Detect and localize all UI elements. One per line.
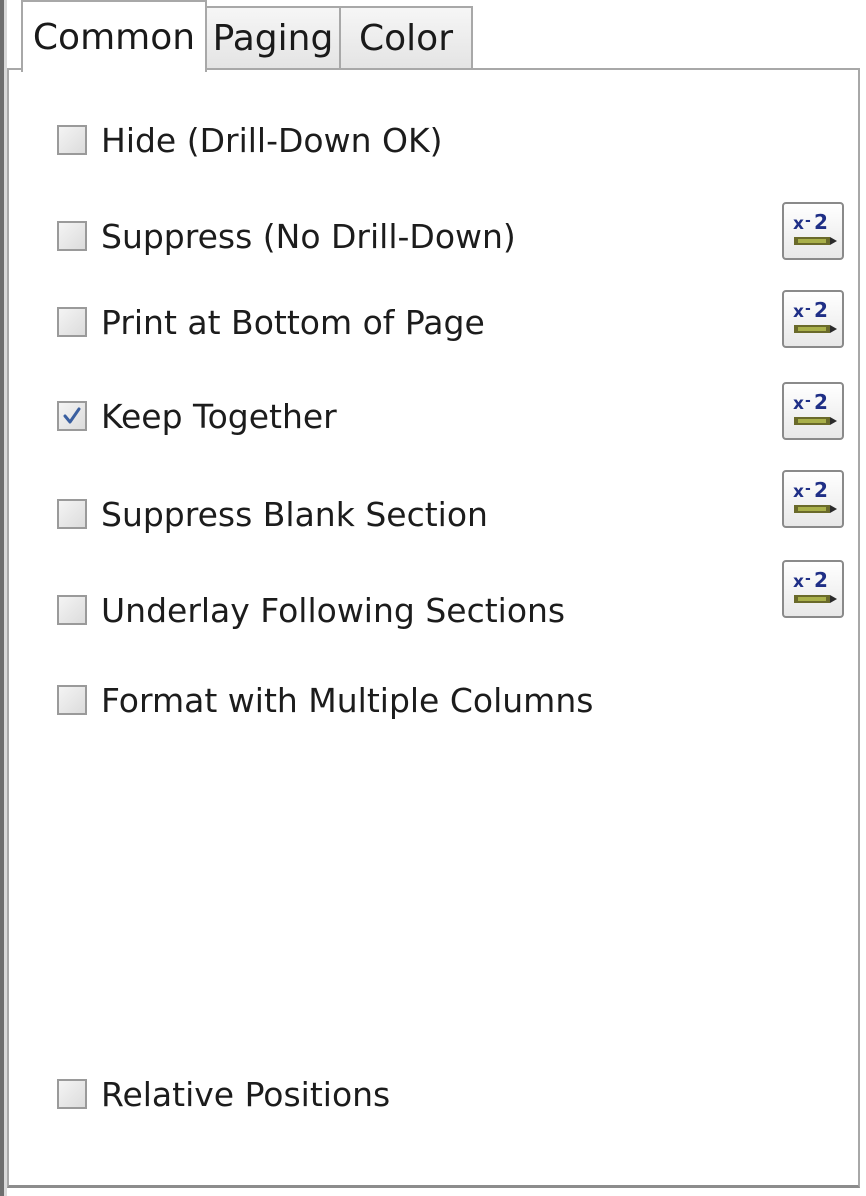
- print-bottom-formula-button[interactable]: x - 2: [782, 290, 844, 348]
- option-keep-together[interactable]: Keep Together: [57, 394, 337, 438]
- formula-dash-glyph: -: [805, 213, 811, 229]
- formula-pencil-band: [798, 419, 826, 423]
- formula-2-glyph: 2: [814, 210, 828, 234]
- keep-together-formula-button[interactable]: x - 2: [782, 382, 844, 440]
- keep-together-label: Keep Together: [101, 396, 337, 436]
- formula-pencil-tip: [830, 595, 837, 603]
- formula-dash-glyph: -: [805, 301, 811, 317]
- formula-x2-icon: x - 2: [793, 390, 837, 425]
- multiple-columns-checkbox[interactable]: [57, 685, 87, 715]
- formula-x2-icon: x - 2: [793, 210, 837, 245]
- formula-x-glyph: x: [793, 572, 804, 592]
- formula-2-glyph: 2: [814, 298, 828, 322]
- relative-positions-checkbox[interactable]: [57, 1079, 87, 1109]
- underlay-label: Underlay Following Sections: [101, 590, 566, 630]
- formula-x-glyph: x: [793, 482, 804, 502]
- suppress-blank-label: Suppress Blank Section: [101, 494, 488, 534]
- hide-label: Hide (Drill-Down OK): [101, 120, 443, 160]
- formula-pencil-band: [798, 239, 826, 243]
- suppress-blank-checkbox[interactable]: [57, 499, 87, 529]
- tab-paging[interactable]: Paging: [205, 6, 341, 68]
- formula-2-glyph: 2: [814, 390, 828, 414]
- option-underlay[interactable]: Underlay Following Sections: [57, 588, 565, 632]
- suppress-blank-formula-button[interactable]: x - 2: [782, 470, 844, 528]
- formula-x2-icon: x - 2: [793, 568, 837, 603]
- relative-positions-label: Relative Positions: [101, 1074, 391, 1114]
- tab-strip: Common Paging Color: [7, 0, 866, 72]
- hide-checkbox[interactable]: [57, 125, 87, 155]
- underlay-checkbox[interactable]: [57, 595, 87, 625]
- common-tab-panel: Hide (Drill-Down OK) Suppress (No Drill-…: [7, 68, 860, 1188]
- formula-pencil-tip: [830, 505, 837, 513]
- tab-common[interactable]: Common: [21, 0, 207, 72]
- option-suppress-blank[interactable]: Suppress Blank Section: [57, 492, 488, 536]
- option-multiple-columns[interactable]: Format with Multiple Columns: [57, 678, 593, 722]
- section-options-dialog: Common Paging Color Hide (Drill-Down OK)…: [0, 0, 866, 1196]
- keep-together-checkbox[interactable]: [57, 401, 87, 431]
- option-suppress[interactable]: Suppress (No Drill-Down): [57, 214, 516, 258]
- formula-x2-icon: x - 2: [793, 298, 837, 333]
- tab-color[interactable]: Color: [339, 6, 473, 68]
- option-hide[interactable]: Hide (Drill-Down OK): [57, 118, 442, 162]
- formula-2-glyph: 2: [814, 568, 828, 592]
- formula-2-glyph: 2: [814, 478, 828, 502]
- formula-dash-glyph: -: [805, 571, 811, 587]
- suppress-formula-button[interactable]: x - 2: [782, 202, 844, 260]
- formula-pencil-tip: [830, 417, 837, 425]
- suppress-checkbox[interactable]: [57, 221, 87, 251]
- formula-pencil-band: [798, 597, 826, 601]
- multiple-columns-label: Format with Multiple Columns: [101, 680, 594, 720]
- checkmark-icon: [63, 407, 81, 424]
- formula-dash-glyph: -: [805, 481, 811, 497]
- formula-x-glyph: x: [793, 214, 804, 234]
- underlay-formula-button[interactable]: x - 2: [782, 560, 844, 618]
- formula-pencil-band: [798, 507, 826, 511]
- formula-dash-glyph: -: [805, 393, 811, 409]
- option-print-bottom[interactable]: Print at Bottom of Page: [57, 300, 485, 344]
- formula-x-glyph: x: [793, 302, 804, 322]
- print-bottom-checkbox[interactable]: [57, 307, 87, 337]
- print-bottom-label: Print at Bottom of Page: [101, 302, 485, 342]
- formula-pencil-band: [798, 327, 826, 331]
- formula-pencil-tip: [830, 237, 837, 245]
- formula-x-glyph: x: [793, 394, 804, 414]
- suppress-label: Suppress (No Drill-Down): [101, 216, 516, 256]
- formula-x2-icon: x - 2: [793, 478, 837, 513]
- formula-pencil-tip: [830, 325, 837, 333]
- option-relative-positions[interactable]: Relative Positions: [57, 1072, 390, 1116]
